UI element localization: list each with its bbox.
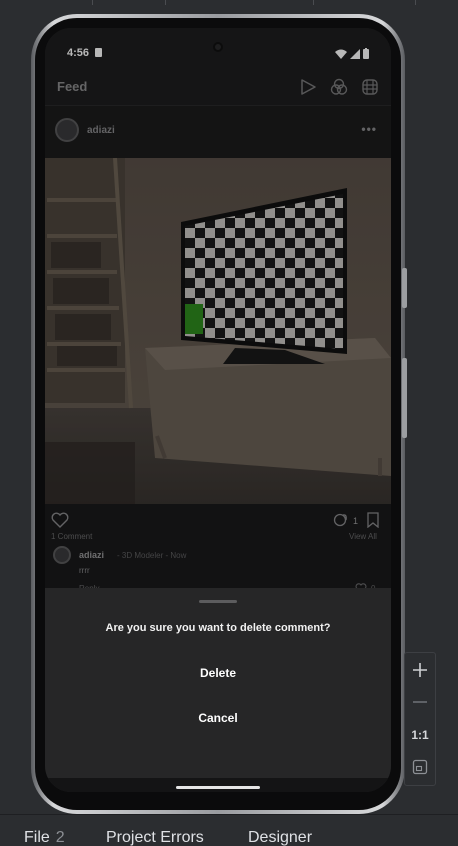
zoom-controls: 1:1: [404, 652, 436, 786]
power-button: [402, 358, 407, 438]
delete-button[interactable]: Delete: [118, 660, 318, 686]
device-screen: 4:56 Feed adiazi ••• 1 Comment 1 View Al…: [45, 28, 391, 792]
gesture-nav-bar: [45, 778, 391, 792]
zoom-out-button[interactable]: [405, 687, 435, 717]
zoom-in-button[interactable]: [405, 655, 435, 685]
home-indicator[interactable]: [176, 786, 260, 789]
toolbar-separator: [165, 0, 166, 5]
minus-icon: [413, 701, 427, 703]
zoom-to-fit-button[interactable]: [405, 752, 435, 782]
device-frame: 4:56 Feed adiazi ••• 1 Comment 1 View Al…: [31, 14, 407, 814]
toolbar-separator: [415, 0, 416, 5]
delete-comment-sheet: Are you sure you want to delete comment?…: [45, 588, 391, 792]
toolbar-separator: [313, 0, 314, 5]
tab-designer[interactable]: Designer: [248, 829, 312, 846]
ide-top-toolbar: [0, 0, 458, 6]
volume-button: [402, 268, 407, 308]
tab-file-label: File: [24, 829, 50, 846]
bottom-tool-tabs: File 2 Project Errors Designer: [0, 814, 458, 846]
cancel-button[interactable]: Cancel: [118, 705, 318, 731]
sheet-drag-handle[interactable]: [199, 600, 237, 603]
fit-screen-icon: [412, 759, 428, 775]
tab-file[interactable]: File 2: [24, 829, 65, 846]
tab-project-errors[interactable]: Project Errors: [106, 829, 204, 846]
zoom-reset-button[interactable]: 1:1: [405, 720, 435, 750]
plus-icon: [413, 663, 427, 677]
toolbar-separator: [92, 0, 93, 5]
tab-file-count: 2: [55, 829, 65, 846]
sheet-message: Are you sure you want to delete comment?: [105, 622, 331, 634]
